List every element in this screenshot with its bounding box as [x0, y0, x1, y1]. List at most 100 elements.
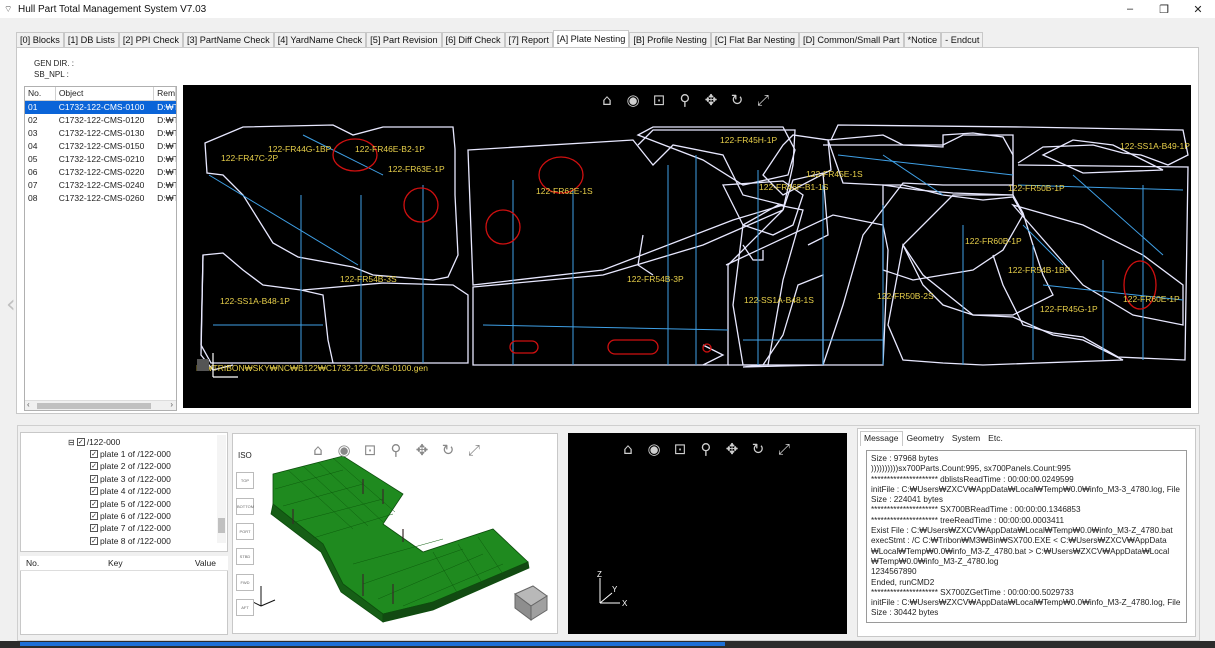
tab-endcut[interactable]: - Endcut — [941, 32, 984, 47]
table-row[interactable]: 03 C1732-122-CMS-0130 D:₩T — [25, 127, 176, 140]
model-3d-viewer[interactable]: ⌂ ◉ ⊡ ⚲ ✥ ↻ ⤢ — [232, 433, 558, 634]
scroll-thumb[interactable] — [37, 403, 151, 409]
col-no-header[interactable]: No. — [25, 87, 56, 100]
object-list[interactable]: No. Object Rema 01 C1732-122-CMS-0100 D:₩T… — [24, 86, 177, 411]
checkbox[interactable]: ✓ — [90, 487, 98, 496]
table-row[interactable]: 05 C1732-122-CMS-0210 D:₩T — [25, 153, 176, 166]
col-key-header[interactable]: Key — [70, 556, 170, 570]
tab-2-ppi-check[interactable]: [2] PPI Check — [118, 32, 183, 47]
rotate-icon[interactable]: ↻ — [435, 440, 461, 460]
tab-0-blocks[interactable]: [0] Blocks — [16, 32, 64, 47]
checkbox[interactable]: ✓ — [90, 462, 98, 471]
collapse-icon[interactable]: ⊟ — [68, 438, 75, 447]
zoom-window-icon[interactable]: ⊡ — [357, 440, 383, 460]
view-stbd-button[interactable]: STBD — [236, 548, 254, 565]
scroll-left-icon[interactable]: ‹ — [27, 400, 30, 409]
message-line: initFile : C:₩Users₩ZXCV₩AppData₩Local₩T… — [871, 484, 1180, 494]
col-no-header[interactable]: No. — [20, 556, 70, 570]
view-aft-button[interactable]: AFT — [236, 599, 254, 616]
tab-1-db-lists[interactable]: [1] DB Lists — [63, 32, 119, 47]
checkbox[interactable]: ✓ — [90, 536, 98, 545]
col-value-header[interactable]: Value — [170, 556, 228, 570]
table-row[interactable]: 04 C1732-122-CMS-0150 D:₩T — [25, 140, 176, 153]
tree-item[interactable]: ✓ plate 4 of /122-000 — [90, 486, 171, 496]
zoom-icon[interactable]: ⚲ — [693, 439, 719, 459]
checkbox[interactable]: ✓ — [90, 524, 98, 533]
home-icon[interactable]: ⌂ — [615, 439, 641, 459]
tree-item[interactable]: ✓ plate 8 of /122-000 — [90, 536, 171, 546]
tab-geometry[interactable]: Geometry — [903, 431, 948, 446]
checkbox[interactable]: ✓ — [90, 450, 98, 458]
close-button[interactable]: ✕ — [1181, 0, 1215, 18]
cell-object: C1732-122-CMS-0210 — [58, 154, 145, 164]
object-list-hscrollbar[interactable]: ‹ › — [25, 400, 176, 410]
zoom-icon[interactable]: ⚲ — [672, 90, 698, 110]
home-icon[interactable]: ⌂ — [594, 90, 620, 110]
pan-icon[interactable]: ✥ — [698, 90, 724, 110]
zoom-icon[interactable]: ⚲ — [383, 440, 409, 460]
table-row[interactable]: 01 C1732-122-CMS-0100 D:₩T — [25, 101, 176, 114]
col-remark-header[interactable]: Rema — [154, 87, 176, 100]
tree-item[interactable]: ✓ plate 3 of /122-000 — [90, 474, 171, 484]
nesting-viewer[interactable]: 122-FR44G-1BP 122-FR46E-B2-1P 122-FR47C-… — [183, 85, 1191, 408]
tree-item[interactable]: ✓ plate 6 of /122-000 — [90, 511, 171, 521]
table-row[interactable]: 08 C1732-122-CMS-0260 D:₩T — [25, 192, 176, 205]
tab-5-part-revision[interactable]: [5] Part Revision — [366, 32, 442, 47]
scroll-thumb[interactable] — [218, 518, 225, 533]
rotate-icon[interactable]: ↻ — [724, 90, 750, 110]
checkbox[interactable]: ✓ — [90, 512, 98, 520]
detail-viewer[interactable]: ⌂ ◉ ⊡ ⚲ ✥ ↻ ⤢ Z Y X — [568, 433, 847, 634]
view-bottom-button[interactable]: BOTTOM — [236, 498, 254, 515]
tab-message[interactable]: Message — [860, 431, 903, 446]
collapse-panel-icon[interactable]: ‹ — [6, 290, 16, 318]
fit-icon[interactable]: ⤢ — [461, 440, 487, 460]
table-row[interactable]: 06 C1732-122-CMS-0220 D:₩T — [25, 166, 176, 179]
tab-system[interactable]: System — [948, 431, 984, 446]
tab-d-common-small-part[interactable]: [D] Common/Small Part — [799, 32, 904, 47]
fit-icon[interactable]: ⤢ — [771, 439, 797, 459]
view-top-button[interactable]: TOP — [236, 472, 254, 489]
minimize-button[interactable]: – — [1113, 0, 1147, 18]
view-port-button[interactable]: PORT — [236, 523, 254, 540]
view-icon[interactable]: ◉ — [620, 90, 646, 110]
cell-no: 03 — [28, 128, 38, 138]
view-iso-button[interactable]: ISO — [238, 451, 252, 460]
scroll-right-icon[interactable]: › — [170, 400, 173, 409]
zoom-window-icon[interactable]: ⊡ — [667, 439, 693, 459]
tree-vscrollbar[interactable] — [217, 435, 226, 543]
maximize-button[interactable]: ❐ — [1147, 0, 1181, 18]
checkbox[interactable]: ✓ — [90, 474, 98, 483]
pan-icon[interactable]: ✥ — [719, 439, 745, 459]
col-object-header[interactable]: Object — [56, 87, 155, 100]
checkbox[interactable]: ✓ — [90, 499, 98, 508]
tab-b-profile-nesting[interactable]: [B] Profile Nesting — [629, 32, 711, 47]
tree-item[interactable]: ✓ plate 1 of /122-000 — [90, 449, 171, 459]
tab-6-diff-check[interactable]: [6] Diff Check — [441, 32, 505, 47]
tab-etc[interactable]: Etc. — [984, 431, 1007, 446]
fit-icon[interactable]: ⤢ — [750, 90, 776, 110]
message-line: ********************* dblistsReadTime : … — [871, 474, 1074, 484]
tab-notice[interactable]: *Notice — [903, 32, 942, 47]
view-icon[interactable]: ◉ — [331, 440, 357, 460]
tab-7-report[interactable]: [7] Report — [504, 32, 553, 47]
view-fwd-button[interactable]: FWD — [236, 574, 254, 591]
properties-grid[interactable] — [20, 571, 228, 635]
message-log[interactable]: Size : 97968 bytes))))))))))sx700Parts.C… — [866, 450, 1187, 623]
tab-c-flat-bar-nesting[interactable]: [C] Flat Bar Nesting — [710, 32, 800, 47]
zoom-window-icon[interactable]: ⊡ — [646, 90, 672, 110]
part-label: 122-FR62E-1S — [536, 186, 593, 196]
checkbox[interactable]: ✓ — [76, 438, 85, 446]
table-row[interactable]: 02 C1732-122-CMS-0120 D:₩T — [25, 114, 176, 127]
rotate-icon[interactable]: ↻ — [745, 439, 771, 459]
tab-4-yardname-check[interactable]: [4] YardName Check — [273, 32, 367, 47]
tree-item[interactable]: ✓ plate 7 of /122-000 — [90, 523, 171, 533]
pan-icon[interactable]: ✥ — [409, 440, 435, 460]
tree-root[interactable]: ⊟ ✓ /122-000 — [68, 437, 120, 447]
table-row[interactable]: 07 C1732-122-CMS-0240 D:₩T — [25, 179, 176, 192]
tree-item[interactable]: ✓ plate 2 of /122-000 — [90, 461, 171, 471]
home-icon[interactable]: ⌂ — [305, 440, 331, 460]
tab-a-plate-nesting[interactable]: [A] Plate Nesting — [552, 30, 630, 47]
view-icon[interactable]: ◉ — [641, 439, 667, 459]
tree-item[interactable]: ✓ plate 5 of /122-000 — [90, 499, 171, 509]
tab-3-partname-check[interactable]: [3] PartName Check — [182, 32, 274, 47]
